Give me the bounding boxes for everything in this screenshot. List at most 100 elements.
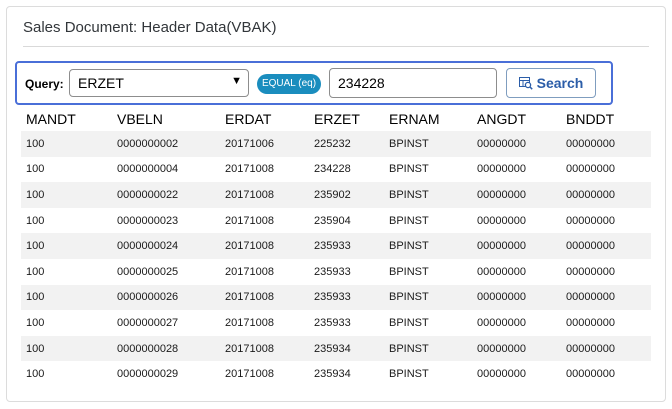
cell-erzet: 235933 (309, 310, 384, 336)
cell-erdat: 20171008 (220, 361, 309, 387)
table-row[interactable]: 100 0000000028 20171008 235934 BPINST 0000000… (21, 335, 651, 362)
cell-vbeln: 0000000025 (112, 258, 220, 285)
cell-erzet: 225232 (309, 131, 384, 157)
table-row[interactable]: 100 0000000027 20171008 235933 BPINST 0000000… (21, 310, 651, 336)
cell-vbeln: 0000000004 (112, 156, 220, 183)
query-value-input[interactable] (329, 68, 497, 98)
cell-ernam: BPINST (384, 310, 472, 336)
cell-erdat: 20171008 (220, 233, 309, 259)
table-row[interactable]: 100 0000000029 20171008 235934 BPINST 0000000… (21, 361, 651, 387)
cell-mandt: 100 (21, 310, 112, 336)
table-row[interactable]: 100 0000000026 20171008 235933 BPINST 0000000… (21, 284, 651, 311)
column-header-angdt[interactable]: ANGDT (472, 107, 561, 131)
cell-bnddt: 00000000 (561, 361, 651, 387)
cell-angdt: 00000000 (472, 233, 561, 259)
cell-erzet: 235902 (309, 182, 384, 208)
query-label: Query: (25, 77, 64, 91)
cell-erzet: 235933 (309, 233, 384, 259)
cell-bnddt: 00000000 (561, 310, 651, 336)
title-divider (23, 46, 649, 47)
cell-ernam: BPINST (384, 131, 472, 157)
cell-vbeln: 0000000022 (112, 182, 220, 208)
column-header-bnddt[interactable]: BNDDT (561, 107, 651, 131)
cell-vbeln: 0000000002 (112, 131, 220, 157)
column-header-ernam[interactable]: ERNAM (384, 107, 472, 131)
cell-mandt: 100 (21, 156, 112, 183)
cell-vbeln: 0000000027 (112, 310, 220, 336)
cell-vbeln: 0000000028 (112, 335, 220, 362)
table-row[interactable]: 100 0000000024 20171008 235933 BPINST 0000000… (21, 233, 651, 259)
cell-erdat: 20171008 (220, 258, 309, 285)
cell-erzet: 235933 (309, 284, 384, 311)
field-select-value: ERZET (78, 75, 124, 91)
field-select[interactable]: ERZET ▼ (69, 69, 249, 97)
cell-bnddt: 00000000 (561, 233, 651, 259)
cell-angdt: 00000000 (472, 156, 561, 183)
cell-mandt: 100 (21, 284, 112, 311)
cell-erdat: 20171008 (220, 284, 309, 311)
cell-bnddt: 00000000 (561, 335, 651, 362)
caret-down-icon: ▼ (231, 75, 242, 87)
cell-erdat: 20171008 (220, 182, 309, 208)
cell-vbeln: 0000000026 (112, 284, 220, 311)
cell-erzet: 235934 (309, 335, 384, 362)
cell-ernam: BPINST (384, 361, 472, 387)
cell-erzet: 235934 (309, 361, 384, 387)
cell-ernam: BPINST (384, 335, 472, 362)
cell-erdat: 20171008 (220, 156, 309, 183)
cell-ernam: BPINST (384, 207, 472, 234)
cell-ernam: BPINST (384, 258, 472, 285)
cell-mandt: 100 (21, 233, 112, 259)
table-row[interactable]: 100 0000000025 20171008 235933 BPINST 0000000… (21, 258, 651, 285)
cell-ernam: BPINST (384, 182, 472, 208)
table-row[interactable]: 100 0000000023 20171008 235904 BPINST 0000000… (21, 207, 651, 234)
cell-mandt: 100 (21, 131, 112, 157)
cell-bnddt: 00000000 (561, 156, 651, 183)
cell-erdat: 20171008 (220, 335, 309, 362)
cell-bnddt: 00000000 (561, 207, 651, 234)
cell-angdt: 00000000 (472, 258, 561, 285)
search-button[interactable]: Search (506, 68, 596, 98)
results-table: MANDT VBELN ERDAT ERZET ERNAM ANGDT BNDD… (21, 107, 651, 387)
table-header-row: MANDT VBELN ERDAT ERZET ERNAM ANGDT BNDD… (21, 107, 651, 131)
cell-erzet: 235904 (309, 207, 384, 234)
query-bar: Query: ERZET ▼ EQUAL (eq) Search (15, 61, 613, 105)
cell-angdt: 00000000 (472, 284, 561, 311)
cell-erzet: 235933 (309, 258, 384, 285)
cell-bnddt: 00000000 (561, 131, 651, 157)
cell-mandt: 100 (21, 207, 112, 234)
operator-badge[interactable]: EQUAL (eq) (257, 74, 321, 94)
cell-angdt: 00000000 (472, 207, 561, 234)
column-header-erzet[interactable]: ERZET (309, 107, 384, 131)
sales-document-panel: Sales Document: Header Data(VBAK) Query:… (6, 6, 666, 402)
cell-angdt: 00000000 (472, 310, 561, 336)
cell-erzet: 234228 (309, 156, 384, 183)
table-search-icon (518, 76, 533, 90)
cell-bnddt: 00000000 (561, 284, 651, 311)
cell-angdt: 00000000 (472, 361, 561, 387)
cell-ernam: BPINST (384, 233, 472, 259)
table-row[interactable]: 100 0000000004 20171008 234228 BPINST 0000000… (21, 156, 651, 183)
table-row[interactable]: 100 0000000022 20171008 235902 BPINST 0000000… (21, 182, 651, 208)
cell-erdat: 20171008 (220, 310, 309, 336)
cell-angdt: 00000000 (472, 335, 561, 362)
cell-mandt: 100 (21, 182, 112, 208)
column-header-vbeln[interactable]: VBELN (112, 107, 220, 131)
search-button-label: Search (536, 75, 584, 91)
cell-bnddt: 00000000 (561, 258, 651, 285)
cell-erdat: 20171006 (220, 131, 309, 157)
column-header-mandt[interactable]: MANDT (21, 107, 112, 131)
cell-angdt: 00000000 (472, 182, 561, 208)
cell-bnddt: 00000000 (561, 182, 651, 208)
cell-mandt: 100 (21, 361, 112, 387)
column-header-erdat[interactable]: ERDAT (220, 107, 309, 131)
cell-mandt: 100 (21, 258, 112, 285)
table-row[interactable]: 100 0000000002 20171006 225232 BPINST 0000000… (21, 131, 651, 157)
cell-mandt: 100 (21, 335, 112, 362)
cell-vbeln: 0000000023 (112, 207, 220, 234)
cell-ernam: BPINST (384, 284, 472, 311)
cell-vbeln: 0000000029 (112, 361, 220, 387)
page-title: Sales Document: Header Data(VBAK) (23, 19, 277, 36)
cell-angdt: 00000000 (472, 131, 561, 157)
cell-ernam: BPINST (384, 156, 472, 183)
